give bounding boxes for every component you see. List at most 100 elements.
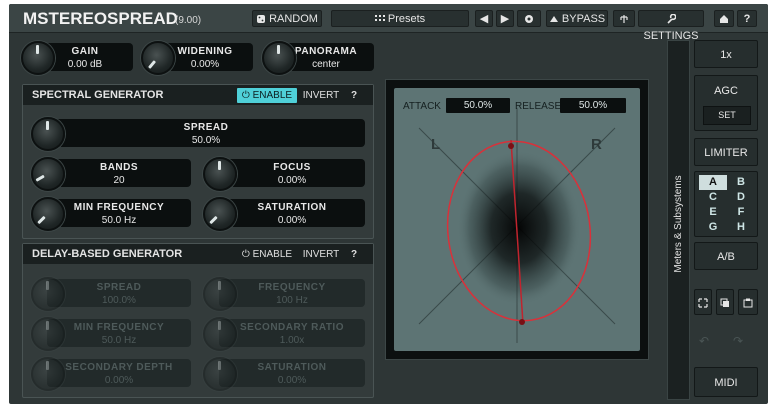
spectral-help-button[interactable]: ?: [346, 88, 362, 103]
delay-spread-label: SPREAD: [96, 282, 142, 293]
min-frequency-value: 50.0 Hz: [101, 215, 137, 226]
ab-slot-c[interactable]: C: [699, 190, 727, 205]
widening-knob[interactable]: [141, 41, 175, 75]
delay-min-frequency-control[interactable]: MIN FREQUENCY 50.0 Hz: [31, 317, 191, 351]
bands-field: BANDS 20: [47, 159, 191, 187]
ab-slot-e[interactable]: E: [699, 205, 727, 220]
saturation-value: 0.00%: [277, 215, 307, 226]
min-frequency-field: MIN FREQUENCY 50.0 Hz: [47, 199, 191, 227]
delay-help-button[interactable]: ?: [346, 247, 362, 262]
plugin-window: MSTEREOSPREAD (9.00) RANDOM Presets ◀ ▶ …: [9, 4, 768, 404]
min-frequency-label: MIN FREQUENCY: [73, 202, 165, 213]
prev-preset-button[interactable]: ◀: [475, 10, 493, 27]
spectral-spread-value: 50.0%: [191, 135, 221, 146]
zoom-button[interactable]: 1x: [694, 40, 758, 68]
release-label: RELEASE: [515, 101, 562, 112]
widening-control[interactable]: WIDENING 0.00%: [141, 41, 253, 75]
compare-button[interactable]: [613, 10, 635, 27]
delay-saturation-control[interactable]: SATURATION 0.00%: [203, 357, 365, 391]
min-frequency-control[interactable]: MIN FREQUENCY 50.0 Hz: [31, 197, 191, 231]
arrow-left-icon: ◀: [479, 13, 489, 25]
agc-panel[interactable]: AGC SET: [694, 75, 758, 131]
delay-invert-button[interactable]: INVERT: [301, 247, 341, 262]
delay-frequency-label: FREQUENCY: [258, 282, 326, 293]
min-frequency-knob[interactable]: [31, 197, 65, 231]
bypass-icon: [549, 13, 559, 25]
agc-label: AGC: [714, 85, 738, 97]
secondary-depth-label: SECONDARY DEPTH: [65, 362, 173, 373]
meters-subsystems-tab[interactable]: Meters & Subsystems: [667, 40, 690, 400]
home-button[interactable]: [714, 10, 734, 27]
fork-icon: [619, 13, 629, 25]
top-bar: MSTEREOSPREAD (9.00) RANDOM Presets ◀ ▶ …: [9, 4, 768, 42]
panorama-knob[interactable]: [262, 41, 296, 75]
delay-frequency-knob[interactable]: [203, 277, 237, 311]
ab-slot-d[interactable]: D: [727, 190, 755, 205]
delay-min-frequency-label: MIN FREQUENCY: [73, 322, 165, 333]
saturation-label: SATURATION: [257, 202, 327, 213]
saturation-control[interactable]: SATURATION 0.00%: [203, 197, 365, 231]
agc-set-button[interactable]: SET: [703, 106, 751, 125]
spectral-spread-control[interactable]: SPREAD 50.0%: [31, 117, 365, 151]
power-icon: ⏻: [241, 90, 250, 101]
focus-knob[interactable]: [203, 157, 237, 191]
secondary-depth-knob[interactable]: [31, 357, 65, 391]
gain-control[interactable]: GAIN 0.00 dB: [21, 41, 133, 75]
copy-icon: [720, 298, 730, 311]
delay-spread-knob[interactable]: [31, 277, 65, 311]
copy-button[interactable]: [716, 289, 734, 315]
secondary-depth-control[interactable]: SECONDARY DEPTH 0.00%: [31, 357, 191, 391]
bypass-button[interactable]: BYPASS: [546, 10, 608, 27]
limiter-button[interactable]: LIMITER: [694, 138, 758, 166]
ab-slot-h[interactable]: H: [727, 220, 755, 235]
delay-enable-button[interactable]: ⏻ ENABLE: [237, 247, 297, 262]
spectral-enable-label: ENABLE: [252, 90, 293, 101]
delay-enable-label: ENABLE: [252, 249, 293, 260]
delay-spread-field: SPREAD 100.0%: [47, 279, 191, 307]
ab-slot-g[interactable]: G: [699, 220, 727, 235]
wrench-icon: [666, 13, 677, 25]
secondary-ratio-field: SECONDARY RATIO 1.00x: [219, 319, 365, 347]
arrow-right-icon: ▶: [500, 13, 510, 25]
secondary-ratio-knob[interactable]: [203, 317, 237, 351]
paste-button[interactable]: [738, 289, 758, 315]
focus-control[interactable]: FOCUS 0.00%: [203, 157, 365, 191]
spectral-generator-title: SPECTRAL GENERATOR: [32, 89, 164, 101]
midi-button[interactable]: MIDI: [694, 367, 758, 397]
random-button[interactable]: RANDOM: [252, 10, 322, 27]
left-channel-label: L: [431, 136, 441, 153]
undo-icon[interactable]: ↶: [699, 334, 709, 348]
delay-saturation-knob[interactable]: [203, 357, 237, 391]
bands-knob[interactable]: [31, 157, 65, 191]
bands-control[interactable]: BANDS 20: [31, 157, 191, 191]
delay-frequency-control[interactable]: FREQUENCY 100 Hz: [203, 277, 365, 311]
panorama-control[interactable]: PANORAMA center: [262, 41, 374, 75]
saturation-knob[interactable]: [203, 197, 237, 231]
plugin-version: (9.00): [175, 15, 202, 26]
expand-icon: [698, 298, 708, 311]
ab-slot-grid: A BC DE FG H: [699, 175, 755, 235]
secondary-ratio-control[interactable]: SECONDARY RATIO 1.00x: [203, 317, 365, 351]
spectral-enable-button[interactable]: ⏻ ENABLE: [237, 88, 297, 103]
ab-slot-b[interactable]: B: [727, 175, 755, 190]
expand-button[interactable]: [694, 289, 712, 315]
attack-field[interactable]: 50.0%: [446, 98, 510, 113]
ab-button[interactable]: A/B: [694, 242, 758, 270]
random-preset-button[interactable]: [517, 10, 541, 27]
spectral-spread-knob[interactable]: [31, 117, 65, 151]
spectral-invert-button[interactable]: INVERT: [301, 88, 341, 103]
delay-generator-panel: DELAY-BASED GENERATOR ⏻ ENABLE INVERT ? …: [22, 243, 374, 398]
delay-spread-control[interactable]: SPREAD 100.0%: [31, 277, 191, 311]
settings-button[interactable]: SETTINGS: [638, 10, 704, 42]
next-preset-button[interactable]: ▶: [496, 10, 514, 27]
help-button[interactable]: ?: [737, 10, 757, 27]
ab-slot-f[interactable]: F: [727, 205, 755, 220]
release-field[interactable]: 50.0%: [560, 98, 626, 113]
redo-icon[interactable]: ↷: [733, 334, 743, 348]
ab-slot-a[interactable]: A: [699, 175, 727, 190]
plugin-title: MSTEREOSPREAD: [23, 9, 178, 28]
presets-button[interactable]: Presets: [331, 10, 469, 27]
gain-knob[interactable]: [21, 41, 55, 75]
delay-frequency-value: 100 Hz: [276, 295, 308, 306]
delay-min-frequency-knob[interactable]: [31, 317, 65, 351]
